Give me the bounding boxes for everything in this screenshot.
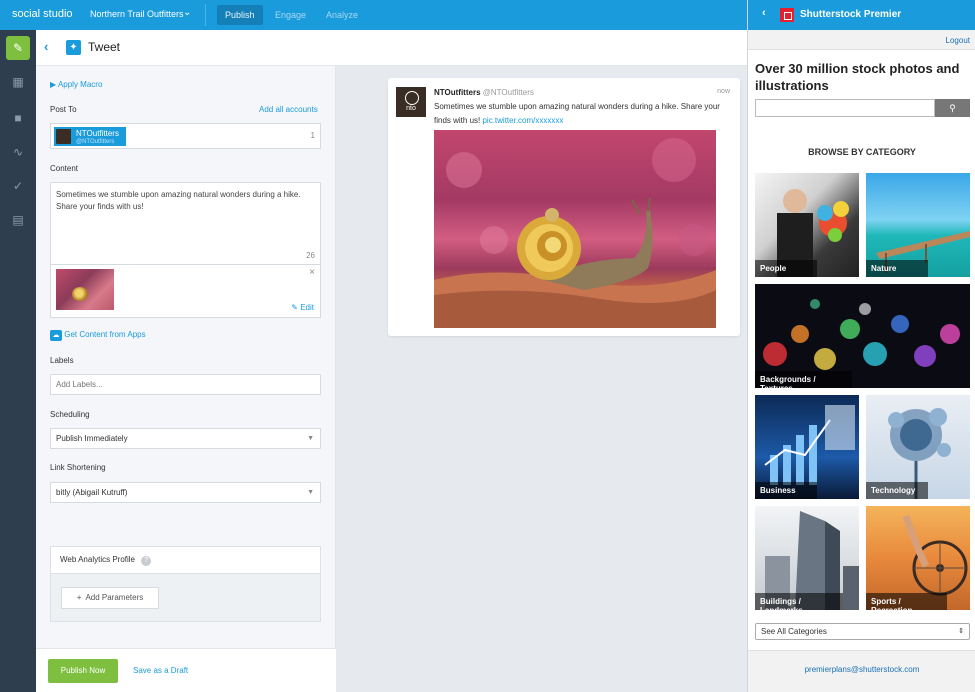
category-tile-backgrounds[interactable]: Backgrounds / Textures bbox=[755, 284, 970, 388]
link-shortening-select[interactable]: bitly (Abigail Kutruff) ▼ bbox=[50, 482, 321, 503]
remove-attachment-icon[interactable]: × bbox=[309, 267, 315, 278]
shutterstock-footer: premierplans@shutterstock.com bbox=[748, 650, 975, 692]
category-tile-buildings[interactable]: Buildings / Landmarks bbox=[755, 506, 859, 610]
publish-now-button[interactable]: Publish Now bbox=[48, 659, 118, 683]
attachment-thumbnail[interactable] bbox=[56, 269, 114, 310]
folder-icon[interactable]: ■ bbox=[8, 108, 28, 128]
app-brand: social studio bbox=[12, 8, 73, 20]
tweet-time: now bbox=[717, 88, 730, 95]
category-tile-sports[interactable]: Sports / Recreation bbox=[866, 506, 970, 610]
activity-icon[interactable]: ∿ bbox=[8, 142, 28, 162]
post-to-field[interactable]: NTOutfitters @NTOutfitters 1 bbox=[50, 123, 321, 149]
search-button[interactable]: ⚲ bbox=[935, 99, 970, 117]
help-icon[interactable]: ? bbox=[141, 556, 152, 566]
web-analytics-header: Web Analytics Profile ? bbox=[51, 547, 320, 574]
form-footer: Publish Now Save as a Draft bbox=[36, 648, 336, 692]
twitter-icon: ✦ bbox=[66, 40, 81, 55]
scheduling-select[interactable]: Publish Immediately ▼ bbox=[50, 428, 321, 449]
chevron-down-icon: ▼ bbox=[307, 489, 314, 496]
category-tile-nature[interactable]: Nature bbox=[866, 173, 970, 277]
tweet-link[interactable]: pic.twitter.com/xxxxxxx bbox=[482, 116, 563, 125]
compose-icon[interactable]: ✎ bbox=[6, 36, 30, 60]
char-count: 26 bbox=[306, 251, 315, 260]
category-label: Buildings / Landmarks bbox=[755, 593, 844, 610]
category-label: People bbox=[755, 260, 818, 277]
category-label: Technology bbox=[866, 482, 929, 499]
tweet-preview-pane: nto NTOutfitters @NTOutfitters now Somet… bbox=[336, 66, 747, 692]
account-handle: @NTOutfitters bbox=[76, 139, 115, 145]
tab-publish[interactable]: Publish bbox=[217, 5, 263, 25]
web-analytics-panel: Web Analytics Profile ? + Add Parameters bbox=[50, 546, 321, 622]
page-header: ‹ ✦ Tweet bbox=[36, 30, 747, 66]
save-draft-link[interactable]: Save as a Draft bbox=[133, 666, 188, 675]
tab-analyze[interactable]: Analyze bbox=[318, 5, 366, 25]
content-label: Content bbox=[50, 164, 79, 173]
shutterstock-subheader: Logout bbox=[748, 30, 975, 50]
account-count: 1 bbox=[310, 131, 315, 140]
tweet-card: nto NTOutfitters @NTOutfitters now Somet… bbox=[388, 78, 740, 336]
category-label: Nature bbox=[866, 260, 929, 277]
sidebar: ✎ ▦ ■ ∿ ✓ ▤ bbox=[0, 30, 36, 692]
avatar: nto bbox=[396, 87, 426, 117]
check-icon[interactable]: ✓ bbox=[8, 176, 28, 196]
calendar-icon[interactable]: ▦ bbox=[8, 72, 28, 92]
search-icon: ⚲ bbox=[949, 103, 956, 113]
content-textarea[interactable]: Sometimes we stumble upon amazing natura… bbox=[50, 182, 321, 265]
category-label: Backgrounds / Textures bbox=[755, 371, 852, 388]
snail-photo bbox=[434, 138, 716, 328]
labels-label: Labels bbox=[50, 356, 74, 365]
shutterstock-header: ‹ Shutterstock Premier bbox=[748, 0, 975, 30]
panel-title: Shutterstock Premier bbox=[800, 9, 902, 20]
plus-icon: + bbox=[76, 593, 82, 602]
page-title: Tweet bbox=[88, 40, 121, 54]
logout-link[interactable]: Logout bbox=[946, 36, 970, 45]
account-chip[interactable]: NTOutfitters @NTOutfitters bbox=[54, 127, 126, 146]
shutterstock-panel: ‹ Shutterstock Premier Logout Over 30 mi… bbox=[747, 0, 975, 692]
back-icon[interactable]: ‹ bbox=[762, 7, 766, 19]
tab-engage[interactable]: Engage bbox=[267, 5, 314, 25]
labels-input[interactable] bbox=[50, 374, 321, 395]
category-label: Business bbox=[755, 482, 818, 499]
account-name: NTOutfitters bbox=[76, 129, 119, 138]
back-icon[interactable]: ‹ bbox=[44, 39, 48, 54]
updown-arrows-icon: ⇕ bbox=[958, 628, 964, 635]
cloud-icon: ☁ bbox=[50, 330, 62, 341]
tweet-image[interactable] bbox=[434, 130, 716, 328]
apply-macro-link[interactable]: ▶ Apply Macro bbox=[50, 80, 102, 89]
link-shortening-label: Link Shortening bbox=[50, 463, 106, 472]
edit-attachment-link[interactable]: ✎ Edit bbox=[291, 303, 314, 312]
see-all-categories-select[interactable]: See All Categories ⇕ bbox=[755, 623, 970, 640]
get-content-link[interactable]: ☁ Get Content from Apps bbox=[50, 330, 146, 341]
contact-email-link[interactable]: premierplans@shutterstock.com bbox=[748, 665, 975, 674]
media-attachment: × ✎ Edit bbox=[50, 264, 321, 318]
category-tile-business[interactable]: Business bbox=[755, 395, 859, 499]
add-parameters-button[interactable]: + Add Parameters bbox=[61, 587, 159, 609]
content-text: Sometimes we stumble upon amazing natura… bbox=[56, 190, 301, 211]
tweet-author: NTOutfitters @NTOutfitters bbox=[434, 88, 534, 97]
pencil-icon: ✎ bbox=[291, 303, 298, 312]
org-switcher[interactable]: Northern Trail Outfitters bbox=[90, 9, 184, 19]
category-tile-technology[interactable]: Technology bbox=[866, 395, 970, 499]
search-input[interactable] bbox=[755, 99, 935, 117]
inbox-icon[interactable]: ▤ bbox=[8, 210, 28, 230]
chevron-down-icon: ▼ bbox=[307, 435, 314, 442]
tweet-handle: @NTOutfitters bbox=[482, 88, 534, 97]
add-all-accounts-link[interactable]: Add all accounts bbox=[259, 105, 318, 114]
compose-form: ▶ Apply Macro Post To Add all accounts N… bbox=[36, 66, 336, 692]
post-to-label: Post To bbox=[50, 105, 77, 114]
category-tile-people[interactable]: People bbox=[755, 173, 859, 277]
chevron-down-icon[interactable]: ⌄ bbox=[183, 7, 191, 18]
category-label: Sports / Recreation bbox=[866, 593, 948, 610]
headline: Over 30 million stock photos and illustr… bbox=[755, 61, 960, 93]
shutterstock-logo-icon bbox=[780, 8, 794, 22]
tweet-text: Sometimes we stumble upon amazing natura… bbox=[434, 102, 720, 125]
avatar bbox=[56, 129, 71, 144]
play-icon: ▶ bbox=[50, 80, 57, 89]
browse-heading: BROWSE BY CATEGORY bbox=[808, 147, 916, 157]
divider bbox=[205, 4, 206, 26]
scheduling-label: Scheduling bbox=[50, 410, 90, 419]
